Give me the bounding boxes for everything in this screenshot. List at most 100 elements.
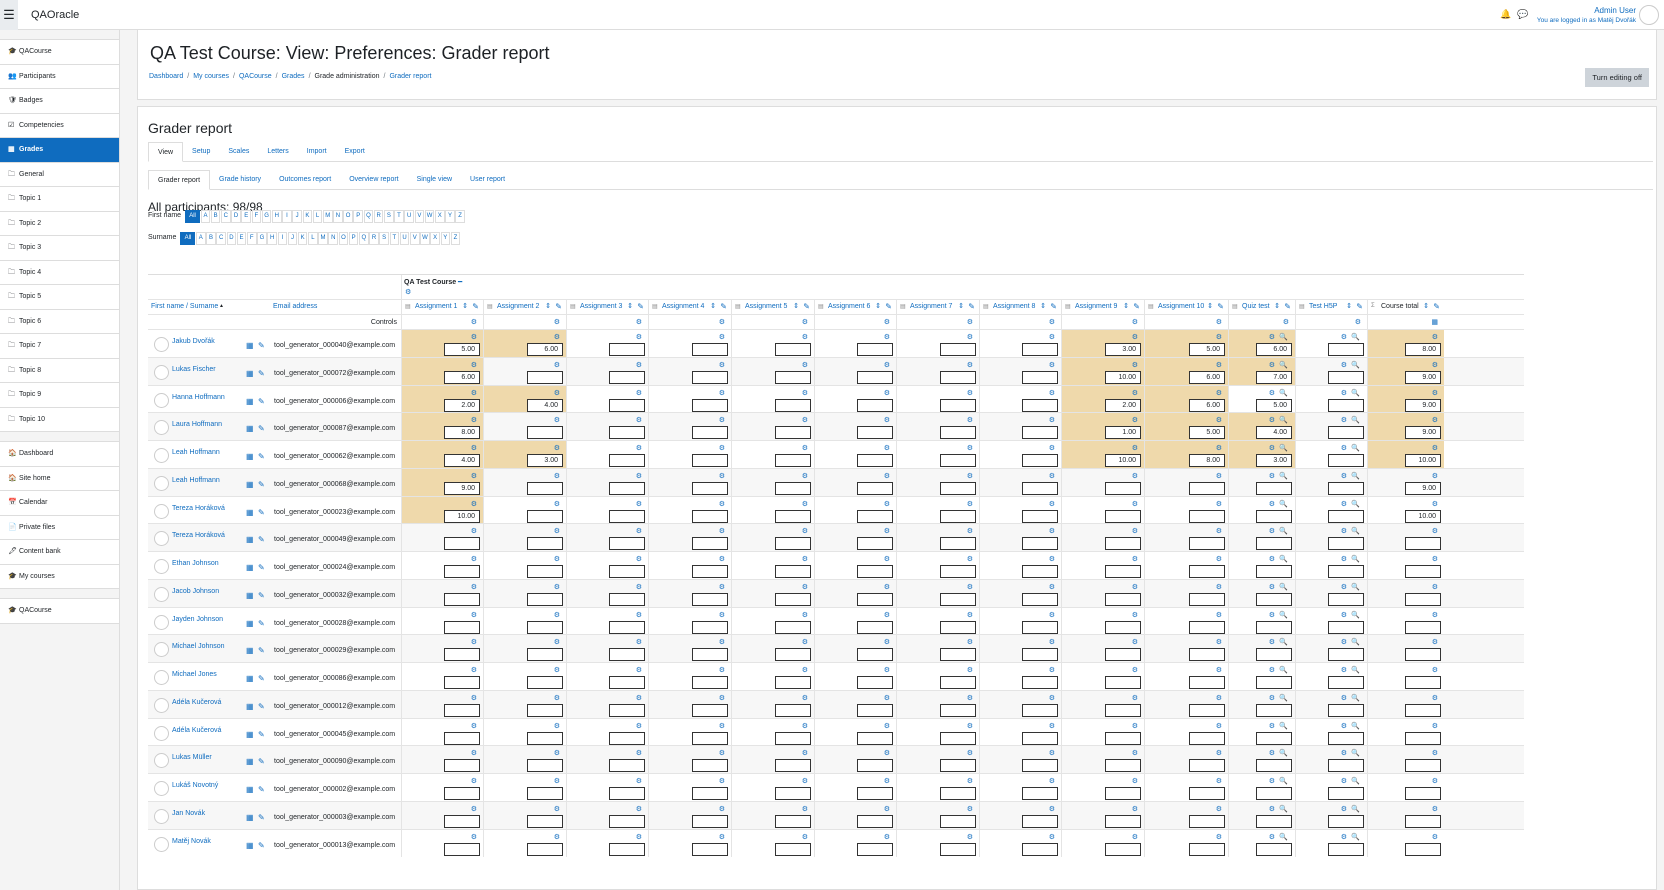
grade-input[interactable]	[775, 481, 811, 495]
grade-settings-icon[interactable]: ⚙	[1216, 778, 1222, 786]
initial-z-button[interactable]: Z	[450, 232, 461, 245]
grade-input[interactable]	[444, 648, 480, 662]
user-report-icon[interactable]: ▦	[246, 563, 254, 572]
user-avatar[interactable]	[154, 697, 169, 713]
initial-r-button[interactable]: R	[373, 210, 384, 223]
grade-settings-icon[interactable]: ⚙	[1132, 834, 1138, 842]
user-report-icon[interactable]: ▦	[246, 619, 254, 628]
initial-i-button[interactable]: I	[282, 210, 292, 223]
nav-item-site-home[interactable]: 🏠 Site home	[0, 467, 119, 491]
grade-input[interactable]	[1022, 537, 1058, 551]
grade-settings-icon[interactable]: ⚙	[1432, 501, 1438, 509]
grade-settings-icon[interactable]: ⚙	[471, 362, 477, 370]
grade-input[interactable]: 5.00	[1189, 426, 1225, 440]
grade-settings-icon[interactable]: ⚙	[636, 806, 642, 814]
tab-letters[interactable]: Letters	[258, 142, 297, 162]
grade-input[interactable]: 8.00	[1405, 343, 1441, 356]
grade-settings-icon[interactable]: ⚙	[471, 806, 477, 814]
grade-settings-icon[interactable]: ⚙	[636, 556, 642, 564]
grade-settings-icon[interactable]: ⚙	[1432, 695, 1438, 703]
grade-input[interactable]	[1022, 565, 1058, 578]
grade-settings-icon[interactable]: ⚙	[1132, 528, 1138, 536]
grade-input[interactable]	[1022, 759, 1058, 773]
grade-analysis-icon[interactable]: 🔍	[1279, 501, 1288, 509]
user-name-link[interactable]: Jacob Johnson	[172, 588, 219, 595]
edit-icon[interactable]: ✎	[1217, 302, 1224, 311]
grade-input[interactable]	[940, 787, 976, 800]
turn-editing-off-button[interactable]: Turn editing off	[1585, 68, 1649, 87]
grade-settings-icon[interactable]: ⚙	[1216, 556, 1222, 564]
grade-settings-icon[interactable]: ⚙	[884, 778, 890, 786]
user-avatar[interactable]	[154, 448, 169, 463]
tab-grade-history[interactable]: Grade history	[210, 170, 270, 190]
grade-settings-icon[interactable]: ⚙	[1132, 667, 1138, 675]
grade-settings-icon[interactable]: ⚙	[1132, 750, 1138, 758]
grade-analysis-icon[interactable]: 🔍	[1351, 584, 1360, 592]
grade-input[interactable]	[1405, 731, 1441, 745]
grade-settings-icon[interactable]: ⚙	[554, 806, 560, 814]
edit-user-icon[interactable]: ✎	[258, 508, 265, 517]
grade-settings-icon[interactable]: ⚙	[636, 390, 642, 398]
grade-input[interactable]	[1189, 592, 1225, 606]
grade-input[interactable]	[609, 370, 645, 384]
user-name-link[interactable]: Matěj Novák	[172, 838, 211, 845]
grade-input[interactable]	[775, 703, 811, 717]
grade-input[interactable]	[1328, 343, 1364, 356]
grade-input[interactable]	[1256, 481, 1292, 495]
grade-settings-icon[interactable]: ⚙	[1432, 778, 1438, 786]
grade-settings-icon[interactable]: ⚙	[1269, 778, 1275, 786]
grade-input[interactable]	[940, 592, 976, 606]
grade-input[interactable]: 3.00	[1256, 454, 1292, 467]
grade-settings-icon[interactable]: ⚙	[1216, 723, 1222, 731]
grade-settings-icon[interactable]: ⚙	[884, 639, 890, 647]
user-name-link[interactable]: Tereza Horáková	[172, 505, 225, 512]
grade-settings-icon[interactable]: ⚙	[1341, 723, 1347, 731]
settings-icon[interactable]: ⚙	[1049, 319, 1055, 327]
settings-icon[interactable]: ⚙	[884, 319, 890, 327]
grade-input[interactable]	[609, 759, 645, 773]
grade-settings-icon[interactable]: ⚙	[802, 473, 808, 481]
grade-input[interactable]	[940, 454, 976, 467]
initial-f-button[interactable]: F	[246, 232, 257, 245]
grade-input[interactable]	[527, 731, 563, 745]
grade-input[interactable]	[1328, 454, 1364, 467]
initial-v-button[interactable]: V	[409, 232, 420, 245]
nav-item-competencies[interactable]: ☑ Competencies	[0, 114, 119, 138]
user-report-icon[interactable]: ▦	[246, 424, 254, 433]
nav-item-private-files[interactable]: 📄 Private files	[0, 516, 119, 540]
grade-analysis-icon[interactable]: 🔍	[1351, 834, 1360, 842]
grade-settings-icon[interactable]: ⚙	[1049, 834, 1055, 842]
grade-input[interactable]: 2.00	[1105, 398, 1141, 412]
grade-settings-icon[interactable]: ⚙	[884, 501, 890, 509]
initial-i-button[interactable]: I	[277, 232, 288, 245]
grade-settings-icon[interactable]: ⚙	[1269, 362, 1275, 370]
grade-input[interactable]: 10.00	[444, 509, 480, 523]
grade-settings-icon[interactable]: ⚙	[471, 667, 477, 675]
grade-settings-icon[interactable]: ⚙	[884, 750, 890, 758]
user-name-link[interactable]: Jan Novák	[172, 810, 205, 817]
grade-input[interactable]	[857, 537, 893, 551]
grade-settings-icon[interactable]: ⚙	[1049, 750, 1055, 758]
grade-settings-icon[interactable]: ⚙	[1049, 723, 1055, 731]
grade-input[interactable]	[692, 509, 728, 523]
grade-input[interactable]	[1022, 343, 1058, 356]
grade-input[interactable]: 9.00	[1405, 398, 1441, 412]
grade-settings-icon[interactable]: ⚙	[554, 639, 560, 647]
grade-input[interactable]	[1105, 592, 1141, 606]
tab-overview-report[interactable]: Overview report	[340, 170, 407, 190]
grade-analysis-icon[interactable]: 🔍	[1351, 334, 1360, 342]
grade-settings-icon[interactable]: ⚙	[1049, 695, 1055, 703]
nav-item-content-bank[interactable]: 🖋 Content bank	[0, 540, 119, 565]
grade-settings-icon[interactable]: ⚙	[554, 695, 560, 703]
grade-input[interactable]	[1328, 648, 1364, 662]
grade-settings-icon[interactable]: ⚙	[471, 695, 477, 703]
column-title[interactable]: Assignment 2	[497, 303, 539, 310]
grade-analysis-icon[interactable]: 🔍	[1351, 667, 1360, 675]
settings-icon[interactable]: ⚙	[1216, 319, 1222, 327]
grade-input[interactable]	[609, 731, 645, 745]
grade-input[interactable]	[1256, 703, 1292, 717]
grade-settings-icon[interactable]: ⚙	[719, 473, 725, 481]
grade-settings-icon[interactable]: ⚙	[1341, 778, 1347, 786]
sort-icon[interactable]: ⇕	[1123, 302, 1129, 310]
initial-x-button[interactable]: X	[430, 232, 440, 245]
